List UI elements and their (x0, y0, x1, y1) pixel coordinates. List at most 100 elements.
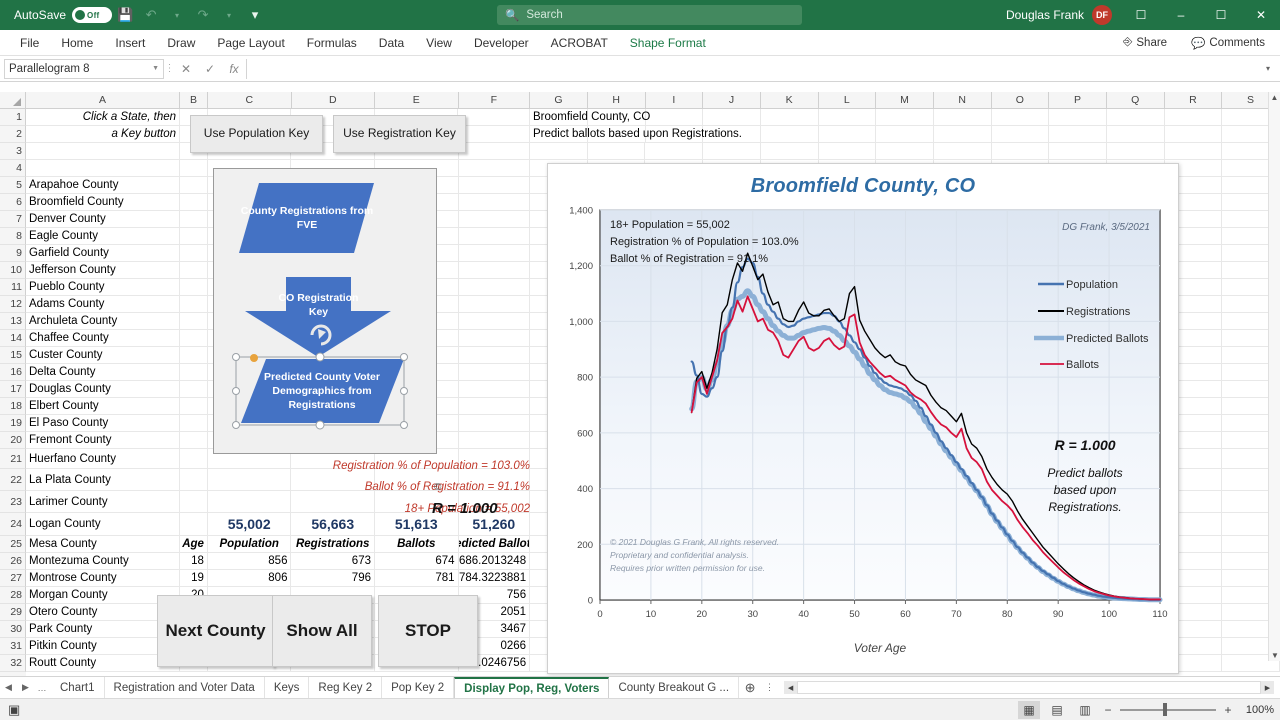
show-all-button[interactable]: Show All (272, 595, 372, 667)
row-header-11[interactable]: 11 (0, 279, 26, 296)
row-header-2[interactable]: 2 (0, 126, 26, 143)
cell-A27[interactable]: Montrose County (26, 570, 181, 586)
cell-B20[interactable] (180, 432, 208, 448)
cell-F14[interactable] (459, 330, 531, 346)
minimize-icon[interactable]: – (1162, 0, 1200, 30)
cell-B11[interactable] (180, 279, 208, 295)
formula-input[interactable] (246, 58, 1260, 79)
cell-B5[interactable] (180, 177, 208, 193)
header-age[interactable]: Age (180, 536, 208, 552)
selection-handle[interactable] (400, 421, 408, 429)
autosave-toggle[interactable]: Off (72, 7, 113, 23)
add-sheet-icon[interactable]: ⊕ (739, 680, 761, 696)
cell-A10[interactable]: Jefferson County (26, 262, 181, 278)
row-header-24[interactable]: 24 (0, 513, 26, 536)
save-icon[interactable]: 💾 (112, 2, 138, 28)
cell-age-27[interactable]: 19 (180, 570, 208, 586)
sheet-tab-pop-key-2[interactable]: Pop Key 2 (382, 676, 455, 699)
cell-F20[interactable] (459, 432, 531, 448)
cell-A21[interactable]: Huerfano County (26, 449, 181, 468)
cell-F3[interactable] (459, 143, 531, 159)
cell-B16[interactable] (180, 364, 208, 380)
sheet-tab-county-breakout[interactable]: County Breakout G ... (609, 676, 740, 699)
column-header-H[interactable]: H (587, 92, 646, 108)
row-header-26[interactable]: 26 (0, 553, 26, 570)
cell-F12[interactable] (459, 296, 531, 312)
cell-A22[interactable]: La Plata County (26, 469, 181, 490)
cell-Q1[interactable] (1107, 109, 1165, 125)
selection-handle[interactable] (400, 353, 408, 361)
zoom-level[interactable]: 100% (1240, 704, 1274, 716)
user-name[interactable]: Douglas Frank (1006, 8, 1084, 22)
comments-button[interactable]: 💬 Comments (1182, 33, 1274, 53)
cell-A13[interactable]: Archuleta County (26, 313, 181, 329)
cell-A7[interactable]: Denver County (26, 211, 181, 227)
row-header-4[interactable]: 4 (0, 160, 26, 177)
cell-predicted-27[interactable]: 784.3223881 (459, 570, 531, 586)
row-header-20[interactable]: 20 (0, 432, 26, 449)
column-header-A[interactable]: A (26, 92, 181, 108)
redo-dropdown-icon[interactable]: ▾ (216, 2, 242, 28)
stop-button[interactable]: STOP (378, 595, 478, 667)
cell-A19[interactable]: El Paso County (26, 415, 181, 431)
tab-developer[interactable]: Developer (464, 33, 539, 53)
tab-page-layout[interactable]: Page Layout (207, 33, 294, 53)
cell-registrations-26[interactable]: 673 (291, 553, 375, 569)
column-header-E[interactable]: E (375, 92, 459, 108)
row-header-15[interactable]: 15 (0, 347, 26, 364)
column-header-P[interactable]: P (1049, 92, 1107, 108)
selection-handle[interactable] (232, 353, 240, 361)
cell-L1[interactable] (819, 109, 877, 125)
cell-K2[interactable] (761, 126, 819, 142)
cell-A16[interactable]: Delta County (26, 364, 181, 380)
cell-B19[interactable] (180, 415, 208, 431)
cell-G1[interactable]: Broomfield County, CO (530, 109, 650, 125)
vertical-scrollbar[interactable]: ▲ ▼ (1268, 92, 1280, 661)
cell-K1[interactable] (761, 109, 819, 125)
cell-F13[interactable] (459, 313, 531, 329)
cell-A25[interactable]: Mesa County (26, 536, 181, 552)
redo-icon[interactable]: ↷ (190, 2, 216, 28)
row-header-6[interactable]: 6 (0, 194, 26, 211)
insert-function-icon[interactable]: fx (222, 58, 246, 80)
row-header-1[interactable]: 1 (0, 109, 26, 126)
cell-J3[interactable] (703, 143, 761, 159)
cell-O2[interactable] (992, 126, 1050, 142)
cell-population-26[interactable]: 856 (208, 553, 292, 569)
cell-B12[interactable] (180, 296, 208, 312)
ribbon-display-icon[interactable]: ☐ (1122, 0, 1160, 30)
column-header-K[interactable]: K (760, 92, 819, 108)
row-header-9[interactable]: 9 (0, 245, 26, 262)
cell-F15[interactable] (459, 347, 531, 363)
cell-A4[interactable] (26, 160, 181, 176)
sheet-tab-chart1[interactable]: Chart1 (51, 676, 105, 699)
cell-F2[interactable] (458, 126, 530, 142)
row-header-29[interactable]: 29 (0, 604, 26, 621)
name-box[interactable]: Parallelogram 8 ▼ (4, 58, 164, 79)
column-header-C[interactable]: C (207, 92, 292, 108)
cell-R2[interactable] (1165, 126, 1223, 142)
cell-P2[interactable] (1049, 126, 1108, 142)
cell-I1[interactable] (646, 109, 704, 125)
search-box[interactable]: 🔍 Search (497, 5, 802, 25)
cell-H3[interactable] (588, 143, 646, 159)
cell-B8[interactable] (180, 228, 208, 244)
cell-F10[interactable] (459, 262, 531, 278)
next-county-button[interactable]: Next County (157, 595, 274, 667)
row-header-8[interactable]: 8 (0, 228, 26, 245)
horizontal-scrollbar[interactable]: ◀ ▶ (784, 681, 1274, 694)
column-header-L[interactable]: L (818, 92, 877, 108)
row-header-16[interactable]: 16 (0, 364, 26, 381)
selection-handle[interactable] (400, 387, 408, 395)
cell-R3[interactable] (1165, 143, 1223, 159)
cell-F17[interactable] (459, 381, 531, 397)
cell-O3[interactable] (992, 143, 1050, 159)
cell-N1[interactable] (934, 109, 992, 125)
tab-file[interactable]: File (10, 33, 49, 53)
cell-N3[interactable] (934, 143, 992, 159)
cell-F16[interactable] (459, 364, 531, 380)
cell-A2[interactable]: a Key button (26, 126, 181, 142)
cell-M3[interactable] (876, 143, 934, 159)
row-header-14[interactable]: 14 (0, 330, 26, 347)
cell-R1[interactable] (1165, 109, 1223, 125)
